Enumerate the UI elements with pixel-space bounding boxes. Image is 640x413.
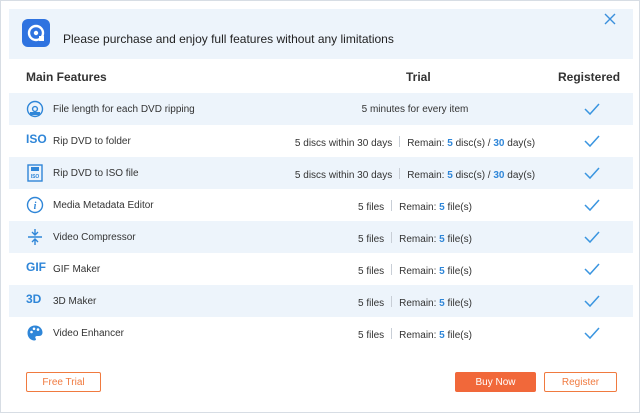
free-trial-button[interactable]: Free Trial — [26, 372, 101, 392]
check-icon — [584, 262, 600, 279]
gif-icon: GIF — [26, 260, 46, 274]
check-icon — [584, 166, 600, 183]
trial-info: 5 discs within 30 days Remain: 5 disc(s) … — [294, 168, 536, 181]
table-header: Main Features Trial Registered — [9, 63, 633, 91]
feature-name: Rip DVD to folder — [53, 136, 131, 147]
table-row: ISO Rip DVD to folder 5 discs within 30 … — [9, 125, 633, 157]
feature-name: Rip DVD to ISO file — [53, 168, 139, 179]
svg-text:i: i — [34, 201, 37, 212]
feature-name: Video Compressor — [53, 232, 136, 243]
feature-name: File length for each DVD ripping — [53, 104, 195, 115]
feature-name: GIF Maker — [53, 264, 101, 275]
check-icon — [584, 230, 600, 247]
feature-name: Media Metadata Editor — [53, 200, 154, 211]
trial-info: 5 files Remain: 5 file(s) — [358, 328, 472, 341]
banner-message: Please purchase and enjoy full features … — [63, 32, 394, 46]
palette-icon — [26, 324, 46, 342]
trial-info: 5 files Remain: 5 file(s) — [358, 296, 472, 309]
buy-now-button[interactable]: Buy Now — [455, 372, 536, 392]
check-icon — [584, 326, 600, 343]
check-icon — [584, 102, 600, 119]
table-row: File length for each DVD ripping 5 minut… — [9, 93, 633, 125]
trial-info: 5 files Remain: 5 file(s) — [358, 264, 472, 277]
table-row: 3D 3D Maker 5 files Remain: 5 file(s) — [9, 285, 633, 317]
close-icon[interactable] — [603, 12, 617, 26]
table-row: Video Compressor 5 files Remain: 5 file(s… — [9, 221, 633, 253]
feature-name: Video Enhancer — [53, 328, 124, 339]
dvd-disc-icon — [26, 100, 46, 118]
header-registered: Registered — [558, 70, 621, 84]
trial-info: 5 discs within 30 days Remain: 5 disc(s) … — [294, 136, 536, 149]
svg-text:ISO: ISO — [31, 174, 40, 180]
purchase-dialog: Please purchase and enjoy full features … — [0, 0, 640, 413]
header-main-features: Main Features — [26, 70, 107, 84]
iso-icon: ISO — [26, 132, 47, 146]
header-trial: Trial — [406, 70, 431, 84]
check-icon — [584, 198, 600, 215]
compress-icon — [26, 228, 46, 246]
info-icon: i — [26, 196, 46, 214]
feature-name: 3D Maker — [53, 296, 97, 307]
table-row: i Media Metadata Editor 5 files Remain: 5… — [9, 189, 633, 221]
trial-info: 5 files Remain: 5 file(s) — [358, 200, 472, 213]
feature-table: File length for each DVD ripping 5 minut… — [9, 93, 633, 349]
check-icon — [584, 134, 600, 151]
trial-info: 5 files Remain: 5 file(s) — [358, 232, 472, 245]
3d-icon: 3D — [26, 292, 42, 306]
table-row: GIF GIF Maker 5 files Remain: 5 file(s) — [9, 253, 633, 285]
iso-file-icon: ISO — [26, 164, 46, 182]
table-row: Video Enhancer 5 files Remain: 5 file(s) — [9, 317, 633, 349]
app-logo-icon — [22, 19, 50, 47]
trial-info: 5 minutes for every item — [361, 104, 469, 115]
table-row: ISO Rip DVD to ISO file 5 discs within 3… — [9, 157, 633, 189]
register-button[interactable]: Register — [544, 372, 617, 392]
check-icon — [584, 294, 600, 311]
